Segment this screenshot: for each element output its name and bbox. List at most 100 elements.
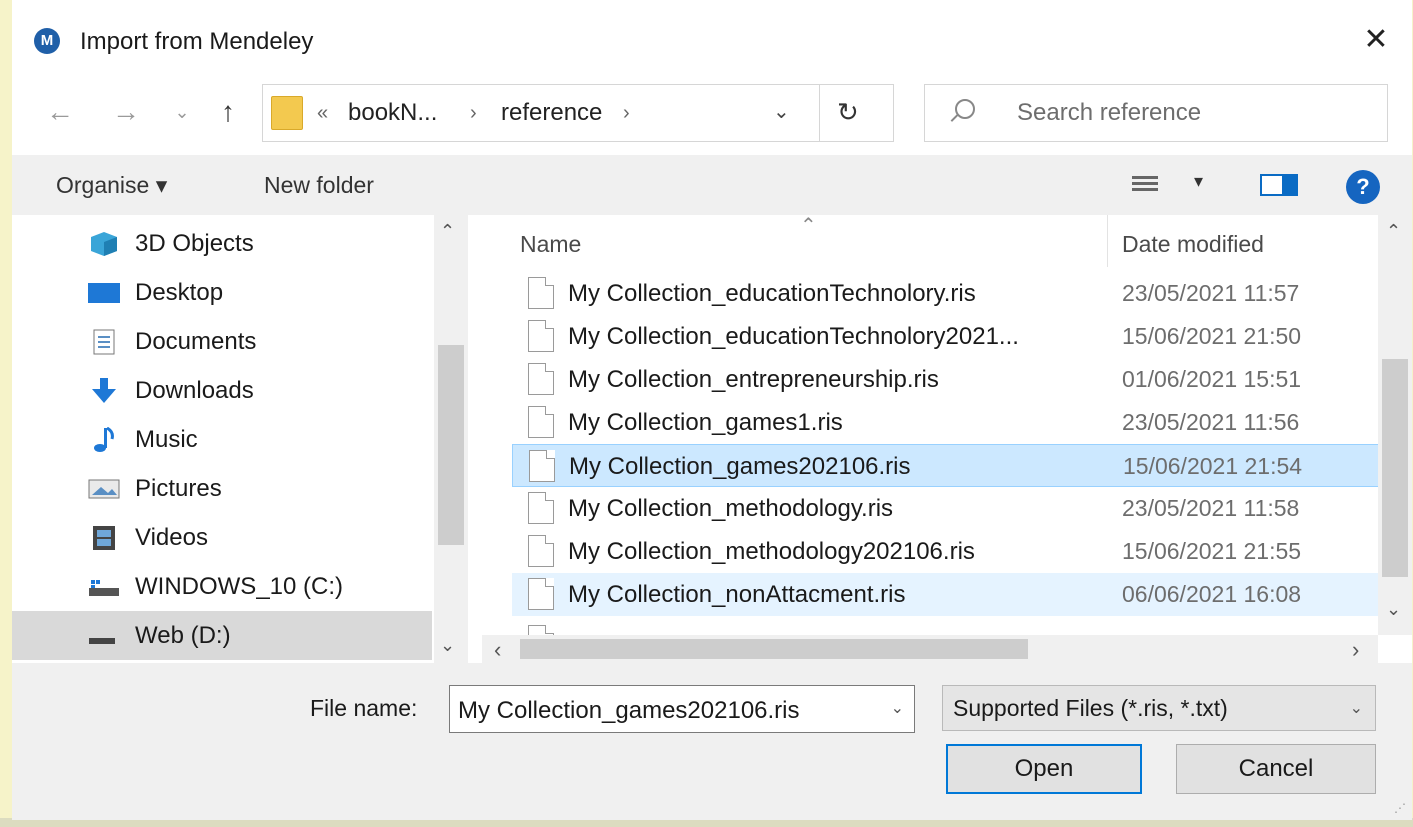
sidebar-item-label: WINDOWS_10 (C:) (135, 573, 344, 600)
sidebar-item-label: Downloads (135, 377, 254, 404)
file-row[interactable]: My Collection_games1.ris 23/05/2021 11:5… (512, 401, 1380, 444)
file-name-value[interactable]: My Collection_games202106.ris (458, 697, 800, 725)
column-divider[interactable] (1107, 215, 1108, 267)
file-date: 15/06/2021 21:50 (1122, 323, 1302, 349)
file-date: 23/05/2021 11:57 (1122, 280, 1300, 306)
file-type-select[interactable]: Supported Files (*.ris, *.txt) ⌄ (942, 685, 1376, 731)
refresh-button[interactable]: ↻ (837, 97, 859, 128)
breadcrumb-separator-icon[interactable]: › (623, 99, 630, 127)
address-divider (819, 85, 820, 141)
close-button[interactable]: ✕ (1354, 18, 1398, 62)
file-icon (528, 320, 554, 352)
scroll-up-icon[interactable]: ⌃ (440, 221, 455, 242)
file-date: 06/06/2021 16:08 (1122, 581, 1302, 607)
file-name: My Collection_educationTechnolory2021... (568, 323, 1019, 350)
sidebar-item-videos[interactable]: Videos (12, 513, 432, 562)
column-header-name[interactable]: Name (520, 231, 581, 258)
file-icon (528, 578, 554, 610)
sidebar-item-downloads[interactable]: Downloads (12, 366, 432, 415)
sidebar-item-3d-objects[interactable]: 3D Objects (12, 219, 432, 268)
sidebar-item-label: Web (D:) (135, 622, 231, 649)
sidebar-item-web-d[interactable]: Web (D:) (12, 611, 432, 660)
open-button[interactable]: Open (946, 744, 1142, 794)
horizontal-scroll-thumb[interactable] (520, 639, 1028, 659)
organise-button[interactable]: Organise ▾ (56, 172, 167, 199)
file-list-vertical-scrollbar[interactable]: ⌃ ⌄ (1378, 215, 1412, 635)
sidebar-item-desktop[interactable]: Desktop (12, 268, 432, 317)
drive-icon (89, 638, 115, 644)
breadcrumb-separator-icon[interactable]: › (470, 99, 477, 127)
file-row[interactable]: My Collection_methodology202106.ris 15/0… (512, 530, 1380, 573)
sidebar-item-documents[interactable]: Documents (12, 317, 432, 366)
address-bar[interactable]: « bookN... › reference › ⌄ ↻ (262, 84, 894, 142)
file-row-selected[interactable]: My Collection_games202106.ris 15/06/2021… (512, 444, 1380, 487)
file-name: My Collection_methodology.ris (568, 495, 894, 522)
scroll-down-icon[interactable]: ⌄ (1386, 599, 1401, 620)
scroll-up-icon[interactable]: ⌃ (1386, 221, 1401, 242)
file-row-partially-visible[interactable] (512, 621, 1380, 635)
file-name: My Collection_nonAttacment.ris (568, 581, 906, 608)
file-date: 01/06/2021 15:51 (1122, 366, 1302, 392)
file-row[interactable]: My Collection_educationTechnolory.ris 23… (512, 272, 1380, 315)
scroll-right-icon[interactable]: › (1352, 637, 1359, 663)
file-icon (528, 625, 554, 635)
dialog-title: Import from Mendeley (80, 28, 314, 55)
file-name: My Collection_methodology202106.ris (568, 538, 975, 565)
preview-pane-icon[interactable] (1260, 174, 1298, 196)
chevron-down-icon[interactable]: ⌄ (891, 698, 904, 718)
chevron-down-icon[interactable]: ⌄ (1350, 698, 1363, 718)
scroll-down-icon[interactable]: ⌄ (440, 635, 455, 656)
sidebar-item-label: Pictures (135, 475, 222, 502)
column-header-date-modified[interactable]: Date modified (1122, 231, 1264, 258)
sidebar-item-label: 3D Objects (135, 230, 254, 257)
pictures-icon (88, 479, 120, 499)
file-icon (528, 363, 554, 395)
back-button[interactable]: ← (42, 94, 78, 130)
file-row-hovered[interactable]: My Collection_nonAttacment.ris 06/06/202… (512, 573, 1380, 616)
downloads-icon (92, 378, 116, 403)
view-dropdown-icon[interactable]: ▾ (1194, 171, 1203, 192)
vertical-scroll-thumb[interactable] (1382, 359, 1408, 577)
search-box[interactable]: Search reference (924, 84, 1388, 142)
search-icon (955, 99, 975, 119)
documents-icon (93, 329, 115, 355)
file-date: 23/05/2021 11:56 (1122, 409, 1300, 435)
file-name-input[interactable]: My Collection_games202106.ris ⌄ (449, 685, 915, 733)
sidebar-scroll-thumb[interactable] (438, 345, 464, 545)
sidebar-item-music[interactable]: Music (12, 415, 432, 464)
up-button[interactable]: ↑ (210, 94, 246, 130)
sort-ascending-icon: ⌃ (800, 215, 817, 237)
cancel-button[interactable]: Cancel (1176, 744, 1376, 794)
file-list-horizontal-scrollbar[interactable]: ‹ › (482, 635, 1378, 663)
forward-button[interactable]: → (108, 94, 144, 130)
resize-grip-icon[interactable]: ⋰ (1394, 801, 1406, 815)
file-name: My Collection_games1.ris (568, 409, 843, 436)
scroll-left-icon[interactable]: ‹ (494, 637, 501, 663)
file-row[interactable]: My Collection_entrepreneurship.ris 01/06… (512, 358, 1380, 401)
recent-locations-button[interactable]: ⌄ (170, 94, 194, 130)
file-row[interactable]: My Collection_educationTechnolory2021...… (512, 315, 1380, 358)
music-icon (94, 427, 114, 452)
navigation-bar: ← → ⌄ ↑ « bookN... › reference › ⌄ ↻ Sea… (12, 80, 1412, 142)
sidebar-scrollbar[interactable]: ⌃ ⌄ (434, 215, 468, 663)
sidebar-item-pictures[interactable]: Pictures (12, 464, 432, 513)
view-options-icon[interactable] (1132, 173, 1158, 197)
new-folder-button[interactable]: New folder (264, 172, 374, 199)
help-button[interactable]: ? (1346, 170, 1380, 204)
sidebar-item-windows-10-c[interactable]: WINDOWS_10 (C:) (12, 562, 432, 611)
breadcrumb-booknote[interactable]: bookN... (348, 99, 437, 127)
folder-icon (271, 96, 303, 130)
sidebar-item-label: Videos (135, 524, 208, 551)
drive-icon (89, 580, 119, 596)
overflow-chevron-icon[interactable]: « (317, 99, 328, 127)
file-row[interactable]: My Collection_methodology.ris 23/05/2021… (512, 487, 1380, 530)
breadcrumb-reference[interactable]: reference (501, 99, 602, 127)
search-placeholder[interactable]: Search reference (1017, 99, 1201, 127)
mendeley-logo-icon: M (34, 28, 60, 54)
file-icon (529, 450, 555, 482)
file-name: My Collection_entrepreneurship.ris (568, 366, 939, 393)
videos-icon (93, 526, 115, 550)
sidebar-item-label: Documents (135, 328, 257, 355)
file-list: ⌃ Name Date modified My Collection_educa… (482, 215, 1412, 663)
address-dropdown-icon[interactable]: ⌄ (773, 99, 790, 124)
